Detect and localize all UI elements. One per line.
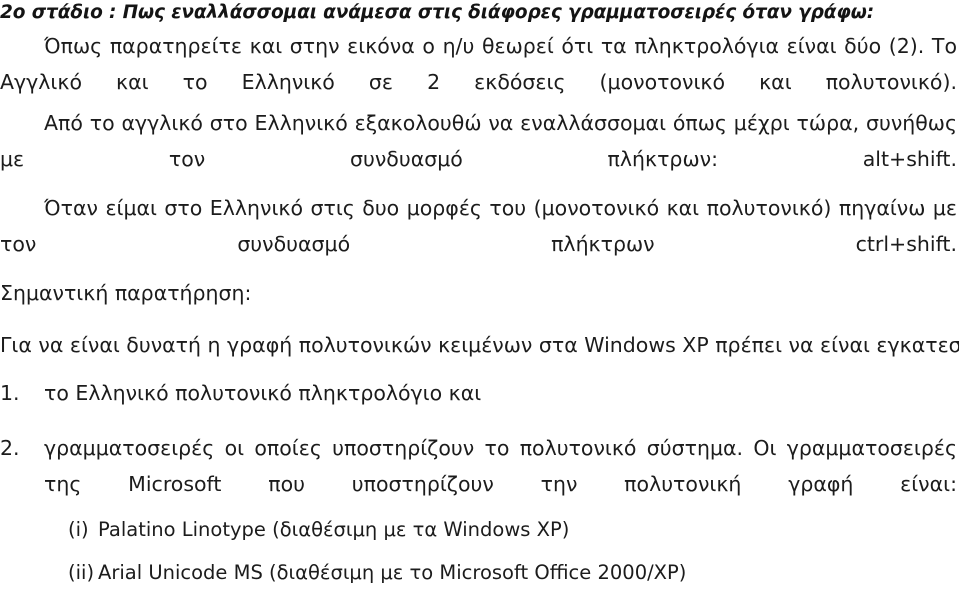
section-heading: 2ο στάδιο : Πως εναλλάσσομαι ανάμεσα στι… — [0, 2, 875, 23]
note-title: Σημαντική παρατήρηση: — [0, 281, 252, 305]
sub-list-item-marker: (ii) — [68, 561, 95, 584]
sub-list-item: (i) Palatino Linotype (διαθέσιμη με τα Wi… — [68, 515, 569, 545]
sub-list-item-marker: (i) — [68, 518, 89, 541]
sub-list-item: (ii) Arial Unicode MS (διαθέσιμη με το Mi… — [68, 558, 686, 588]
list-item: 1. το Ελληνικό πολυτονικό πληκτρολόγιο κ… — [0, 375, 957, 411]
sub-list-item-label: Palatino Linotype (διαθέσιμη με τα Windo… — [98, 518, 570, 541]
list-item-marker: 1. — [0, 381, 20, 405]
document-page: 2ο στάδιο : Πως εναλλάσσομαι ανάμεσα στι… — [0, 0, 959, 591]
list-item-marker: 2. — [0, 436, 20, 460]
list-item-label: το Ελληνικό πολυτονικό πληκτρολόγιο και — [44, 381, 482, 405]
note-lead-text: Για να είναι δυνατή η γραφή πολυτονικών … — [0, 333, 959, 357]
sub-list-item-label: Arial Unicode MS (διαθέσιμη με το Micros… — [98, 561, 687, 584]
